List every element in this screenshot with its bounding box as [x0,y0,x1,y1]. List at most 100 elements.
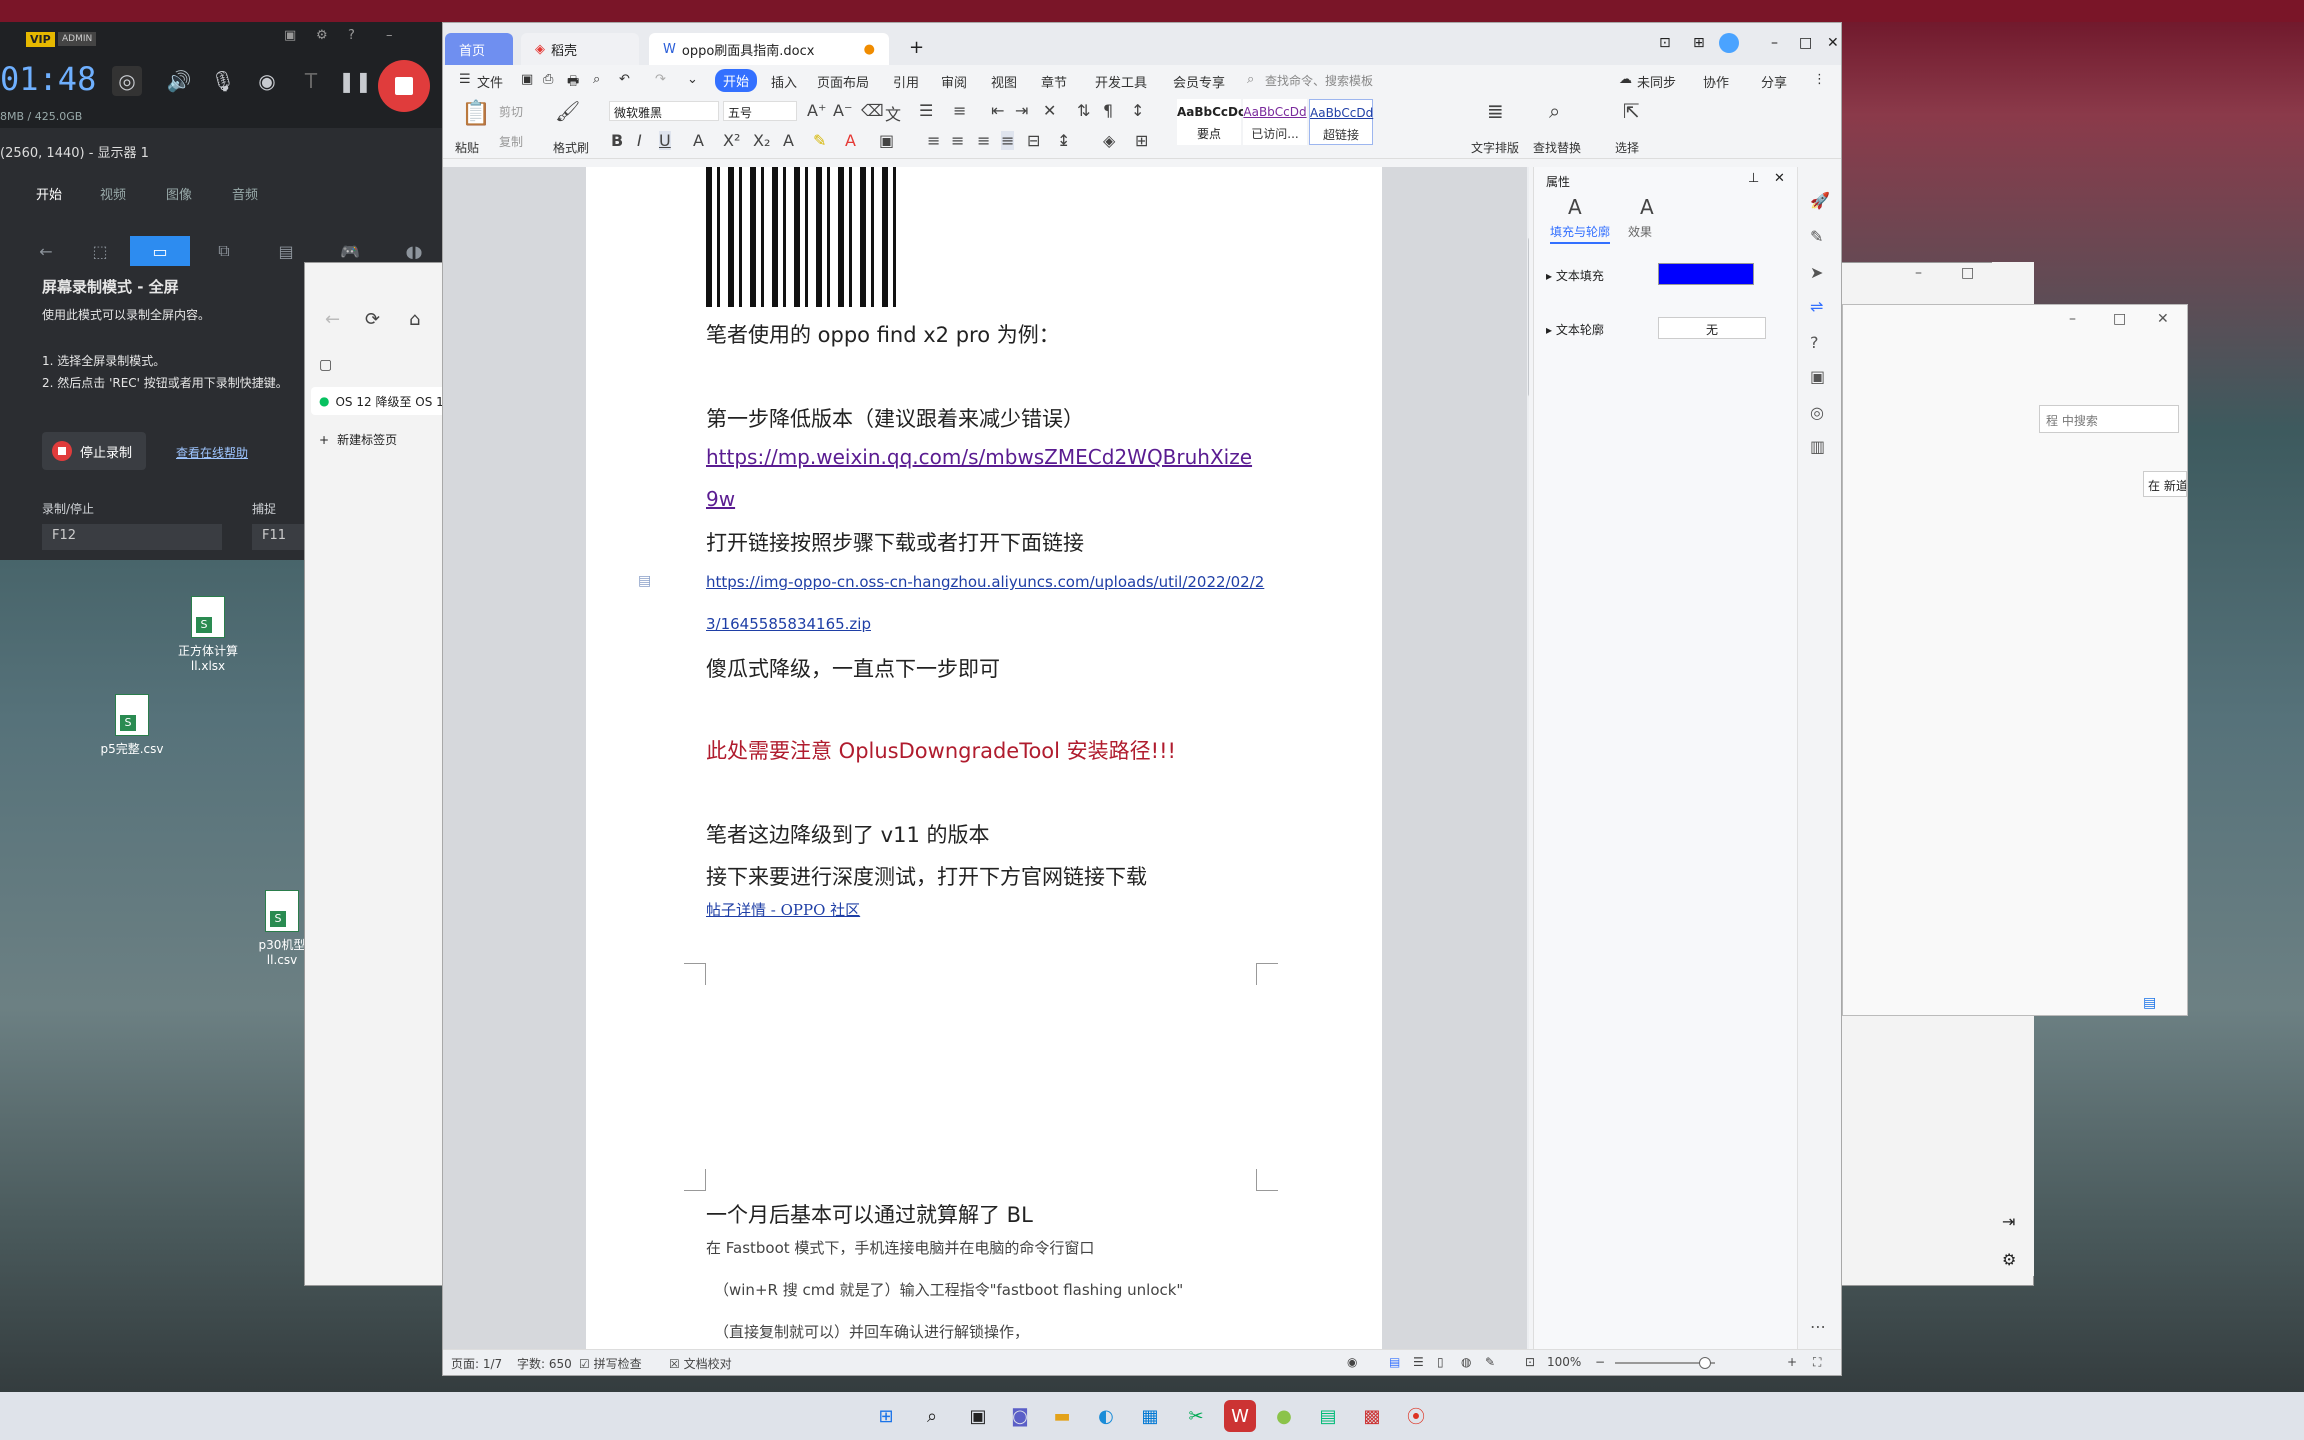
pause-icon[interactable]: ❚❚ [338,66,372,96]
fullscreen-mode-icon[interactable]: ▭ [130,236,190,266]
menu-review[interactable]: 审阅 [941,72,967,91]
underline-icon[interactable]: U [659,131,671,150]
customize-icon[interactable]: ⌄ [687,72,698,87]
pin-icon[interactable]: ⊥ [1748,171,1759,186]
minimize-icon[interactable]: – [386,28,393,43]
cloud-sync-icon[interactable]: ☁ [1619,72,1632,87]
style-hyperlink[interactable]: AaBbCcDd 超链接 [1309,99,1373,145]
doc-paragraph[interactable]: 在 Fastboot 模式下，手机连接电脑并在电脑的命令行窗口 [706,1237,1094,1258]
location-icon[interactable]: ◎ [1810,403,1824,422]
redo-icon[interactable]: ↷ [655,72,666,87]
outline-label[interactable]: ▸ 文本轮廓 [1546,321,1604,338]
more-icon[interactable]: ⋮ [1813,72,1826,87]
show-marks-icon[interactable]: ¶ [1103,101,1113,120]
menu-developer[interactable]: 开发工具 [1095,72,1147,91]
book-icon[interactable]: ▥ [1810,437,1825,456]
decrease-indent-icon[interactable]: ⇤ [991,101,1004,120]
tab-video[interactable]: 视频 [100,184,126,203]
outline-view-icon[interactable]: ☰ [1413,1355,1424,1369]
minimize-icon[interactable]: – [1771,35,1778,51]
scrollbar-thumb[interactable] [1528,237,1529,397]
menu-icon[interactable]: ☰ [459,72,471,87]
doc-paragraph[interactable]: 傻瓜式降级，一直点下一步即可 [706,653,1000,683]
justify-icon[interactable]: ≡ [1001,131,1015,150]
window-mode-icon[interactable]: ⧉ [204,236,244,266]
new-tab-plus-icon[interactable]: + [909,37,924,58]
doc-paragraph[interactable]: 接下来要进行深度测试，打开下方官网链接下载 [706,861,1147,891]
vertical-scrollbar[interactable] [1527,167,1529,1353]
cut-button[interactable]: 剪切 [499,103,523,120]
help-icon[interactable]: ? [348,28,355,43]
explorer-icon[interactable]: ▬ [1046,1400,1078,1432]
menu-start[interactable]: 开始 [715,69,758,92]
shrink-font-icon[interactable]: A⁻ [833,101,852,120]
superscript-icon[interactable]: X² [723,131,740,150]
tab-document[interactable]: Woppo刷面具指南.docx ● [649,33,889,65]
rocket-icon[interactable]: 🚀 [1810,191,1830,210]
doc-proof[interactable]: ☒ 文档校对 [669,1355,732,1372]
doc-paragraph[interactable]: 笔者使用的 oppo find x2 pro 为例： [706,319,1060,349]
doc-heading[interactable]: 一个月后基本可以通过就算解了 BL [706,1199,1033,1229]
minimize-icon[interactable]: – [2069,311,2076,327]
layout-icon[interactable]: ⊡ [1659,35,1671,51]
style-emphasis[interactable]: AaBbCcDc 要点 [1177,99,1245,145]
webcam-off-icon[interactable]: ◎ [112,66,142,96]
clear-format-icon[interactable]: ⌫ [861,101,884,120]
minimize-icon[interactable]: – [1915,265,1922,281]
speaker-icon[interactable]: 🔊 [164,66,194,96]
teams-icon[interactable]: ◙ [1004,1400,1036,1432]
distribute-icon[interactable]: ⊟ [1027,131,1040,150]
doc-link-weixin[interactable]: https://mp.weixin.qq.com/s/mbwsZMECd2WQB… [706,445,1252,469]
fill-label[interactable]: ▸ 文本填充 [1546,267,1604,284]
doc-link-oppo-community[interactable]: 帖子详情 - OPPO 社区 [706,899,860,920]
settings-icon[interactable]: ⚙ [316,28,328,43]
page-count[interactable]: 页面: 1/7 [451,1355,502,1372]
mouse-click-icon[interactable]: ◉ [252,66,282,96]
doc-paragraph[interactable]: 笔者这边降级到了 v11 的版本 [706,819,990,849]
find-replace-button[interactable]: 查找替换 [1533,139,1581,156]
format-brush-icon[interactable]: 🖌 [555,99,580,123]
paste-icon[interactable]: 📋 [461,99,491,127]
tab-effects[interactable]: 效果 [1628,223,1652,240]
zoom-level[interactable]: 100% [1547,1355,1581,1369]
image-icon[interactable]: ▣ [1810,367,1825,386]
notepad-icon[interactable]: ▤ [1312,1400,1344,1432]
properties-icon[interactable]: ⇌ [1810,297,1823,316]
zoom-out-icon[interactable]: − [1595,1355,1605,1369]
device-mode-icon[interactable]: ▤ [266,236,306,266]
doc-paragraph[interactable]: （win+R 搜 cmd 就是了）输入工程指令"fastboot flashin… [714,1279,1183,1300]
italic-icon[interactable]: I [637,131,642,150]
tab-audio[interactable]: 音频 [232,184,258,203]
menu-view[interactable]: 视图 [991,72,1017,91]
home-icon[interactable]: ⌂ [409,309,420,330]
apps-icon[interactable]: ⊞ [1693,35,1705,51]
phonetic-icon[interactable]: 文 [885,101,901,125]
menu-file[interactable]: 文件 [477,72,503,91]
close-icon[interactable]: ✕ [1774,171,1785,186]
doc-link-weixin-cont[interactable]: 9w [706,487,735,511]
text-layout-icon[interactable]: ≣ [1487,99,1504,123]
doc-paragraph[interactable]: （直接复制就可以）并回车确认进行解锁操作， [714,1321,1029,1342]
menu-insert[interactable]: 插入 [771,72,797,91]
borders-icon[interactable]: ⊞ [1135,131,1148,150]
desktop-file-xlsx[interactable]: 正方体计算ll.xlsx [176,596,240,673]
back-icon[interactable]: ← [325,309,340,330]
online-help-link[interactable]: 查看在线帮助 [176,444,248,461]
font-color-icon[interactable]: A [845,131,856,150]
doc-link-zip[interactable]: https://img-oppo-cn.oss-cn-hangzhou.aliy… [706,573,1264,591]
align-right-icon[interactable]: ≡ [977,131,990,150]
doc-link-zip-cont[interactable]: 3/1645585834165.zip [706,615,871,633]
font-family-select[interactable]: 微软雅黑 [609,101,719,121]
reading-view-icon[interactable]: ▯ [1437,1355,1444,1369]
quick-export-icon[interactable]: ⎙ [543,72,553,87]
subscript-icon[interactable]: X₂ [753,131,770,150]
sort-icon[interactable]: ⇅ [1077,101,1090,120]
preview-icon[interactable]: ⌕ [593,72,600,87]
snipping-icon[interactable]: ✂ [1180,1400,1212,1432]
bold-icon[interactable]: B [611,131,623,150]
align-center-icon[interactable]: ≡ [951,131,964,150]
collaborate-button[interactable]: 协作 [1703,72,1729,91]
quick-save-icon[interactable]: ▣ [521,72,533,87]
spell-check[interactable]: ☑ 拼写检查 [579,1355,642,1372]
doc-paragraph[interactable]: 打开链接按照步骤下载或者打开下面链接 [706,527,1084,557]
